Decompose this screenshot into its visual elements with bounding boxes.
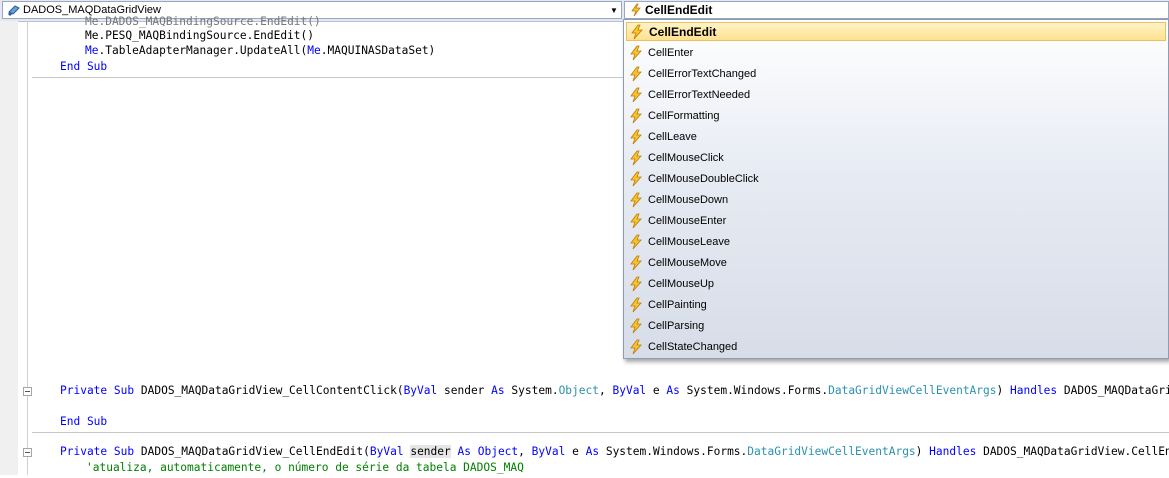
dropdown-item-label: CellMouseUp	[648, 277, 715, 290]
dropdown-item-label: CellMouseDoubleClick	[648, 172, 759, 185]
end-sub-line: End Sub	[60, 415, 108, 428]
event-bolt-icon	[630, 339, 642, 354]
dropdown-item-label: CellEnter	[648, 46, 694, 59]
dropdown-item-label: CellMouseLeave	[648, 235, 730, 248]
method-separator	[32, 432, 1169, 433]
end-sub-line: End Sub	[60, 60, 108, 73]
dropdown-item[interactable]: CellMouseUp	[626, 274, 1166, 293]
dropdown-item-label: CellEndEdit	[649, 24, 717, 39]
event-bolt-icon	[630, 45, 642, 60]
dropdown-item[interactable]: CellPainting	[626, 295, 1166, 314]
dropdown-item[interactable]: CellMouseDoubleClick	[626, 169, 1166, 188]
event-bolt-icon	[630, 171, 642, 186]
collapse-icon[interactable]	[23, 387, 32, 396]
dropdown-item-label: CellPainting	[648, 298, 707, 311]
method-dropdown-list[interactable]: CellEndEdit CellEnter CellErrorTextChanged…	[623, 19, 1169, 359]
dropdown-item-label: CellParsing	[648, 319, 705, 332]
event-bolt-icon	[630, 276, 642, 291]
dropdown-item[interactable]: CellMouseClick	[626, 148, 1166, 167]
dropdown-item[interactable]: CellErrorTextChanged	[626, 64, 1166, 83]
dropdown-item[interactable]: CellMouseLeave	[626, 232, 1166, 251]
dropdown-item-label: CellLeave	[648, 130, 697, 143]
dropdown-item-label: CellMouseDown	[648, 193, 729, 206]
event-bolt-icon	[631, 24, 643, 39]
event-bolt-icon	[631, 3, 641, 17]
dropdown-item[interactable]: CellMouseDown	[626, 190, 1166, 209]
dropdown-item-label: CellStateChanged	[648, 340, 738, 353]
event-bolt-icon	[630, 108, 642, 123]
dropdown-item[interactable]: CellErrorTextNeeded	[626, 85, 1166, 104]
collapse-icon[interactable]	[23, 448, 32, 457]
outline-line	[27, 21, 28, 475]
dropdown-item[interactable]: CellMouseMove	[626, 253, 1166, 272]
dropdown-item[interactable]: CellEnter	[626, 43, 1166, 62]
dropdown-item[interactable]: CellLeave	[626, 127, 1166, 146]
event-bolt-icon	[630, 192, 642, 207]
method-name-combobox[interactable]: CellEndEdit	[624, 1, 1169, 19]
event-bolt-icon	[630, 318, 642, 333]
event-bolt-icon	[630, 234, 642, 249]
dropdown-item-label: CellMouseEnter	[648, 214, 727, 227]
object-icon	[8, 5, 20, 16]
event-bolt-icon	[630, 255, 642, 270]
event-bolt-icon	[630, 66, 642, 81]
code-line: Me.TableAdapterManager.UpdateAll(Me.MAQU…	[85, 44, 436, 57]
dropdown-item-label: CellErrorTextChanged	[648, 67, 757, 80]
dropdown-item[interactable]: CellStateChanged	[626, 337, 1166, 356]
chevron-down-icon[interactable]: ▼	[607, 6, 621, 15]
method-name-value: CellEndEdit	[645, 3, 713, 17]
event-bolt-icon	[630, 297, 642, 312]
dropdown-item[interactable]: CellEndEdit	[626, 22, 1166, 41]
dropdown-item-label: CellMouseMove	[648, 256, 727, 269]
dropdown-item[interactable]: CellMouseEnter	[626, 211, 1166, 230]
dropdown-item-label: CellErrorTextNeeded	[648, 88, 751, 101]
dropdown-item-label: CellFormatting	[648, 109, 720, 122]
event-bolt-icon	[630, 150, 642, 165]
indicator-margin	[0, 21, 18, 475]
method-signature-line: Private Sub DADOS_MAQDataGridView_CellCo…	[60, 384, 1169, 397]
dropdown-item[interactable]: CellParsing	[626, 316, 1166, 335]
event-bolt-icon	[630, 129, 642, 144]
event-bolt-icon	[630, 213, 642, 228]
event-bolt-icon	[630, 87, 642, 102]
dropdown-item[interactable]: CellFormatting	[626, 106, 1166, 125]
dropdown-item-label: CellMouseClick	[648, 151, 724, 164]
